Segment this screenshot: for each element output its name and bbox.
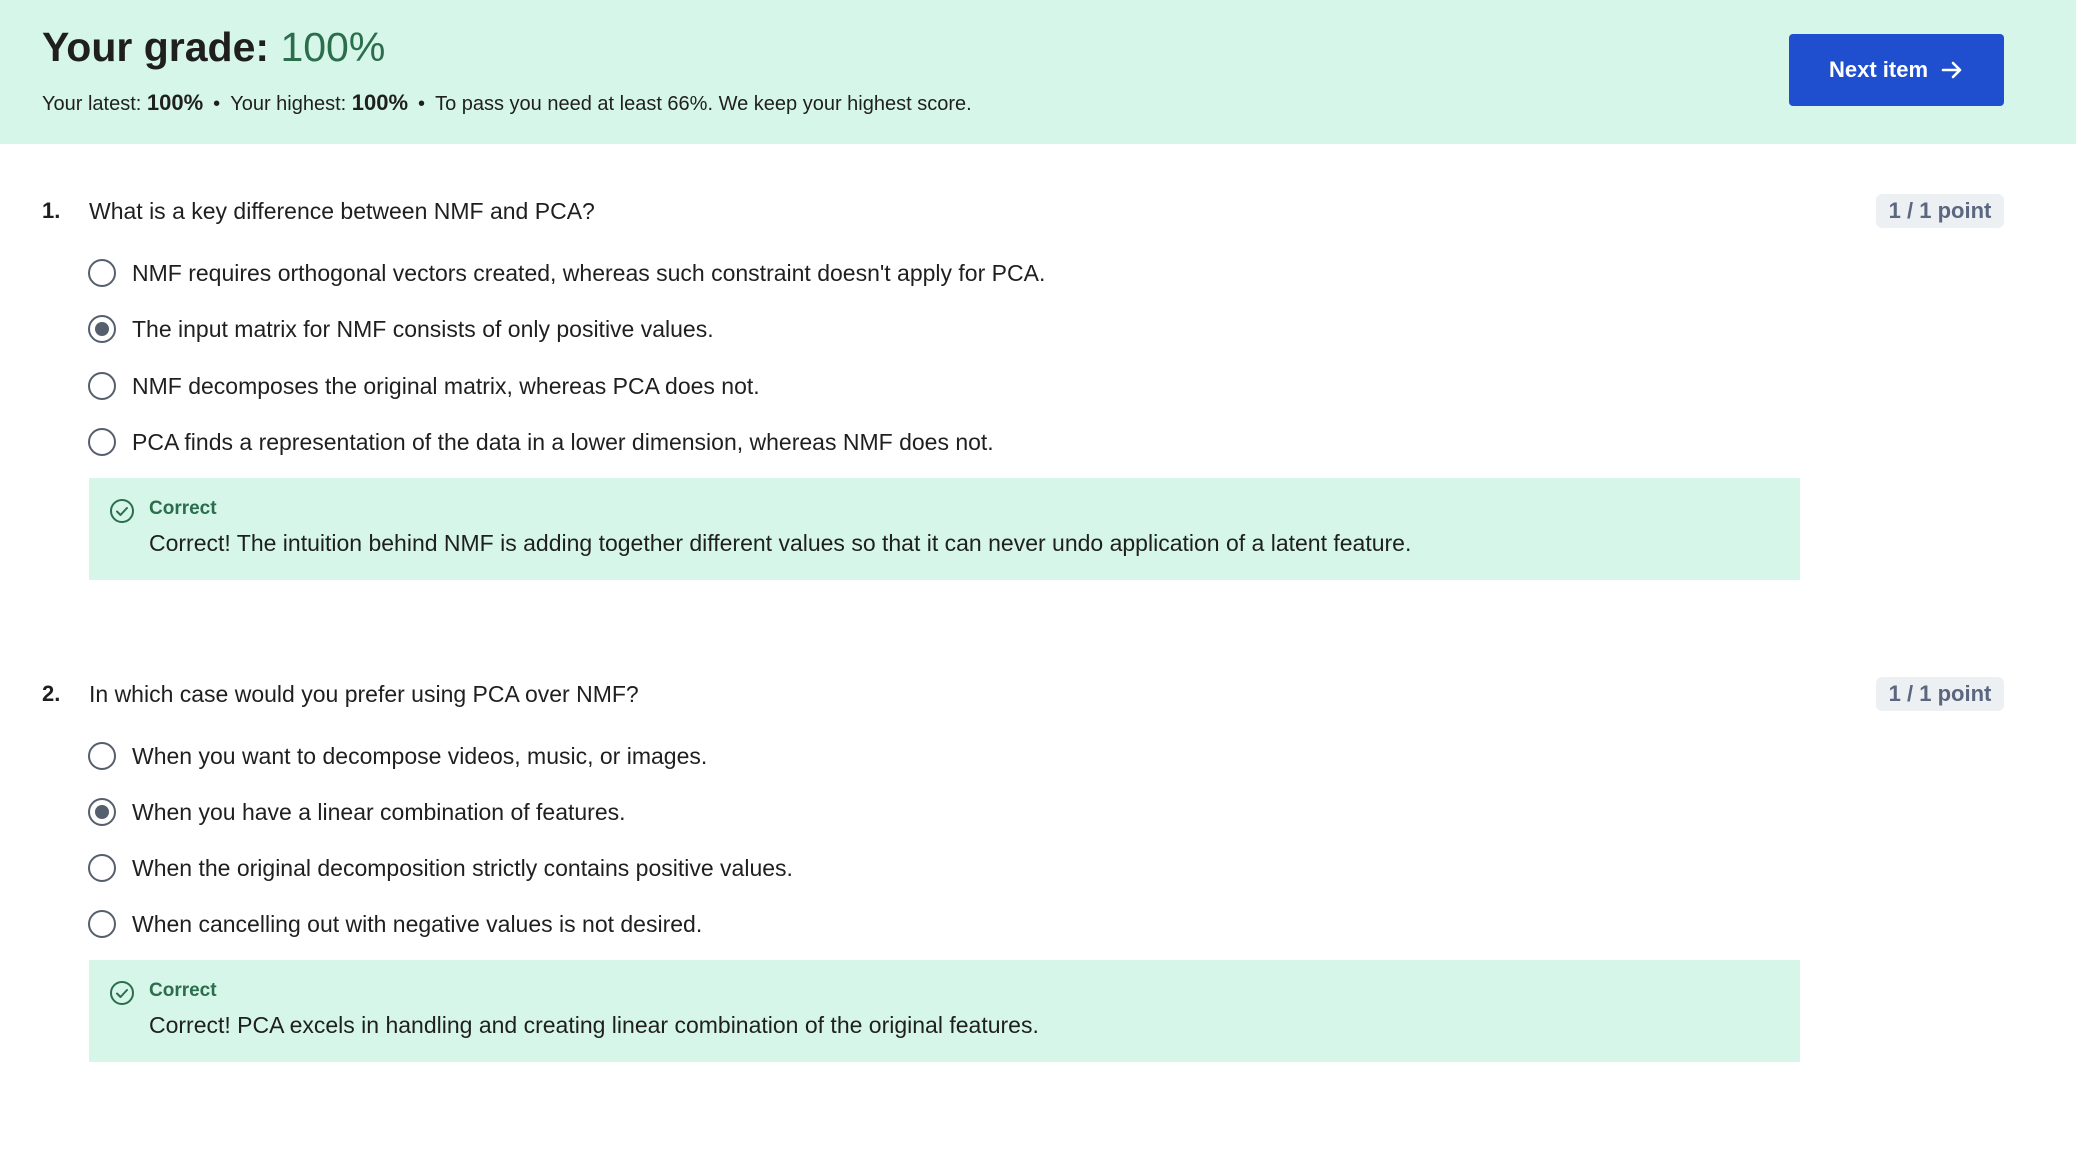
points-badge: 1 / 1 point xyxy=(1876,677,2004,711)
question-number: 2. xyxy=(42,681,61,706)
answer-option[interactable]: The input matrix for NMF consists of onl… xyxy=(88,313,714,345)
option-label: When you want to decompose videos, music… xyxy=(132,743,708,769)
option-label: NMF requires orthogonal vectors created,… xyxy=(132,260,1046,286)
feedback-box: Correct Correct! The intuition behind NM… xyxy=(89,478,1800,580)
feedback-text: Correct! The intuition behind NMF is add… xyxy=(149,530,1412,556)
question-text: In which case would you prefer using PCA… xyxy=(89,681,639,707)
grade-summary: Your latest: 100% • Your highest: 100% • To … xyxy=(42,88,972,119)
check-circle-icon xyxy=(110,981,134,1005)
latest-value: 100% xyxy=(146,90,204,115)
points-badge: 1 / 1 point xyxy=(1876,194,2004,228)
grade-banner: Your grade: 100% Your latest: 100% • Your … xyxy=(0,0,2076,144)
option-label: PCA finds a representation of the data i… xyxy=(132,429,994,455)
question-number: 1. xyxy=(42,198,61,223)
option-label: When the original decomposition strictly… xyxy=(132,855,793,881)
radio-button[interactable] xyxy=(88,910,116,938)
feedback-box: Correct Correct! PCA excels in handling … xyxy=(89,960,1800,1062)
grade-label: Your grade: xyxy=(42,24,281,70)
feedback-title: Correct xyxy=(149,980,217,1001)
highest-label: Your highest: xyxy=(230,93,352,115)
highest-value: 100% xyxy=(351,90,409,115)
feedback-text: Correct! PCA excels in handling and crea… xyxy=(149,1012,1039,1038)
arrow-right-icon xyxy=(1941,61,1962,79)
answer-option[interactable]: When cancelling out with negative values… xyxy=(88,908,702,940)
answer-option[interactable]: When the original decomposition strictly… xyxy=(88,852,793,884)
radio-button-selected[interactable] xyxy=(88,798,116,826)
check-circle-icon xyxy=(110,499,134,523)
radio-button[interactable] xyxy=(88,428,116,456)
answer-option[interactable]: When you have a linear combination of fe… xyxy=(88,796,626,828)
separator-dot: • xyxy=(213,93,221,115)
grade-heading: Your grade: 100% xyxy=(42,22,385,72)
answer-option[interactable]: PCA finds a representation of the data i… xyxy=(88,426,994,458)
option-label: When you have a linear combination of fe… xyxy=(132,799,626,825)
next-item-button[interactable]: Next item xyxy=(1789,34,2004,106)
answer-option[interactable]: NMF requires orthogonal vectors created,… xyxy=(88,257,1045,289)
separator-dot: • xyxy=(418,93,426,115)
grade-value: 100% xyxy=(280,24,386,70)
answer-option[interactable]: When you want to decompose videos, music… xyxy=(88,740,707,772)
option-label: When cancelling out with negative values… xyxy=(132,911,703,937)
question-text: What is a key difference between NMF and… xyxy=(89,198,595,224)
pass-requirement-text: To pass you need at least 66%. We keep y… xyxy=(435,93,972,115)
feedback-title: Correct xyxy=(149,498,217,519)
radio-button[interactable] xyxy=(88,742,116,770)
latest-label: Your latest: xyxy=(42,93,147,115)
radio-button[interactable] xyxy=(88,259,116,287)
radio-button[interactable] xyxy=(88,854,116,882)
next-item-label: Next item xyxy=(1828,57,1929,82)
option-label: NMF decomposes the original matrix, wher… xyxy=(132,373,760,399)
option-label: The input matrix for NMF consists of onl… xyxy=(132,316,714,342)
answer-option[interactable]: NMF decomposes the original matrix, wher… xyxy=(88,370,760,402)
radio-button-selected[interactable] xyxy=(88,315,116,343)
radio-button[interactable] xyxy=(88,372,116,400)
